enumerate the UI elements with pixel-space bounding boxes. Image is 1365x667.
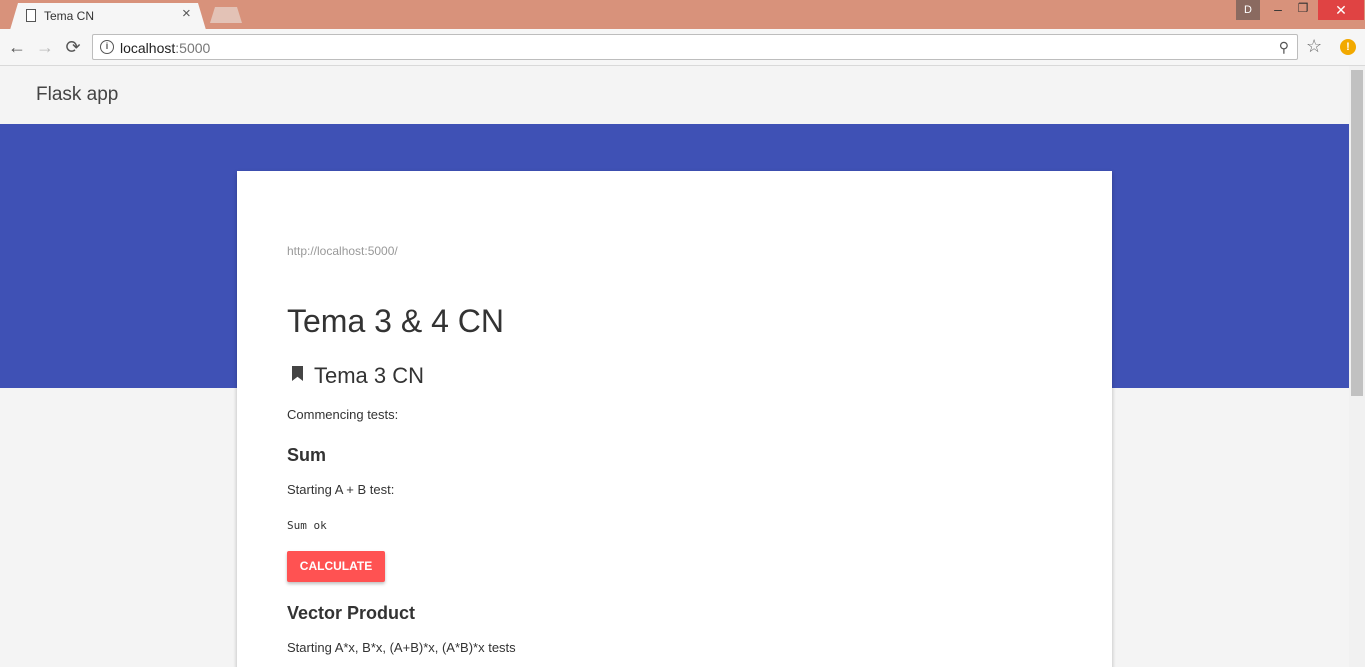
browser-titlebar: Tema CN × D – ❐ ✕ [0,0,1365,30]
extension-alert-icon[interactable]: ! [1340,39,1356,55]
tab-close-icon[interactable]: × [182,5,191,22]
card-url: http://localhost:5000/ [287,244,398,258]
browser-toolbar: ← → ⟳ i localhost:5000 ⚲ ☆ ! [0,29,1365,66]
page-icon [26,9,36,22]
page-title: Tema 3 & 4 CN [287,303,504,339]
url-port: :5000 [175,40,211,56]
sum-description: Starting A + B test: [287,482,395,497]
intro-text: Commencing tests: [287,407,399,422]
new-tab-button[interactable] [210,7,242,23]
minimize-button[interactable]: – [1268,1,1288,19]
address-url[interactable]: localhost:5000 [120,40,210,56]
browser-tab[interactable]: Tema CN × [10,3,206,30]
vector-product-heading: Vector Product [287,603,416,623]
url-host: localhost [120,40,176,56]
vertical-scrollbar[interactable] [1349,66,1365,667]
content-card: http://localhost:5000/ Tema 3 & 4 CN Tem… [237,171,1112,667]
profile-button[interactable]: D [1236,0,1260,20]
tab-title: Tema CN [44,9,95,23]
reload-icon[interactable]: ⟳ [62,36,84,58]
app-title[interactable]: Flask app [36,84,118,106]
bookmark-star-icon[interactable]: ☆ [1306,36,1322,57]
address-bar[interactable]: i localhost:5000 ⚲ [92,34,1298,60]
scrollbar-thumb[interactable] [1351,70,1363,396]
zoom-icon[interactable]: ⚲ [1279,39,1289,56]
back-arrow-icon[interactable]: ← [6,36,28,58]
app-header: Flask app [0,66,1349,124]
close-window-button[interactable]: ✕ [1318,0,1364,20]
sum-result: Sum ok [287,519,327,532]
maximize-button[interactable]: ❐ [1293,1,1313,19]
forward-arrow-icon[interactable]: → [34,36,56,58]
bookmark-icon [292,366,303,381]
page-viewport: Flask app http://localhost:5000/ Tema 3 … [0,66,1349,667]
vector-product-description: Starting A*x, B*x, (A+B)*x, (A*B)*x test… [287,640,516,655]
info-icon[interactable]: i [100,40,114,54]
section-heading: Tema 3 CN [314,363,425,388]
calculate-button[interactable]: CALCULATE [287,551,385,582]
sum-heading: Sum [287,445,327,465]
